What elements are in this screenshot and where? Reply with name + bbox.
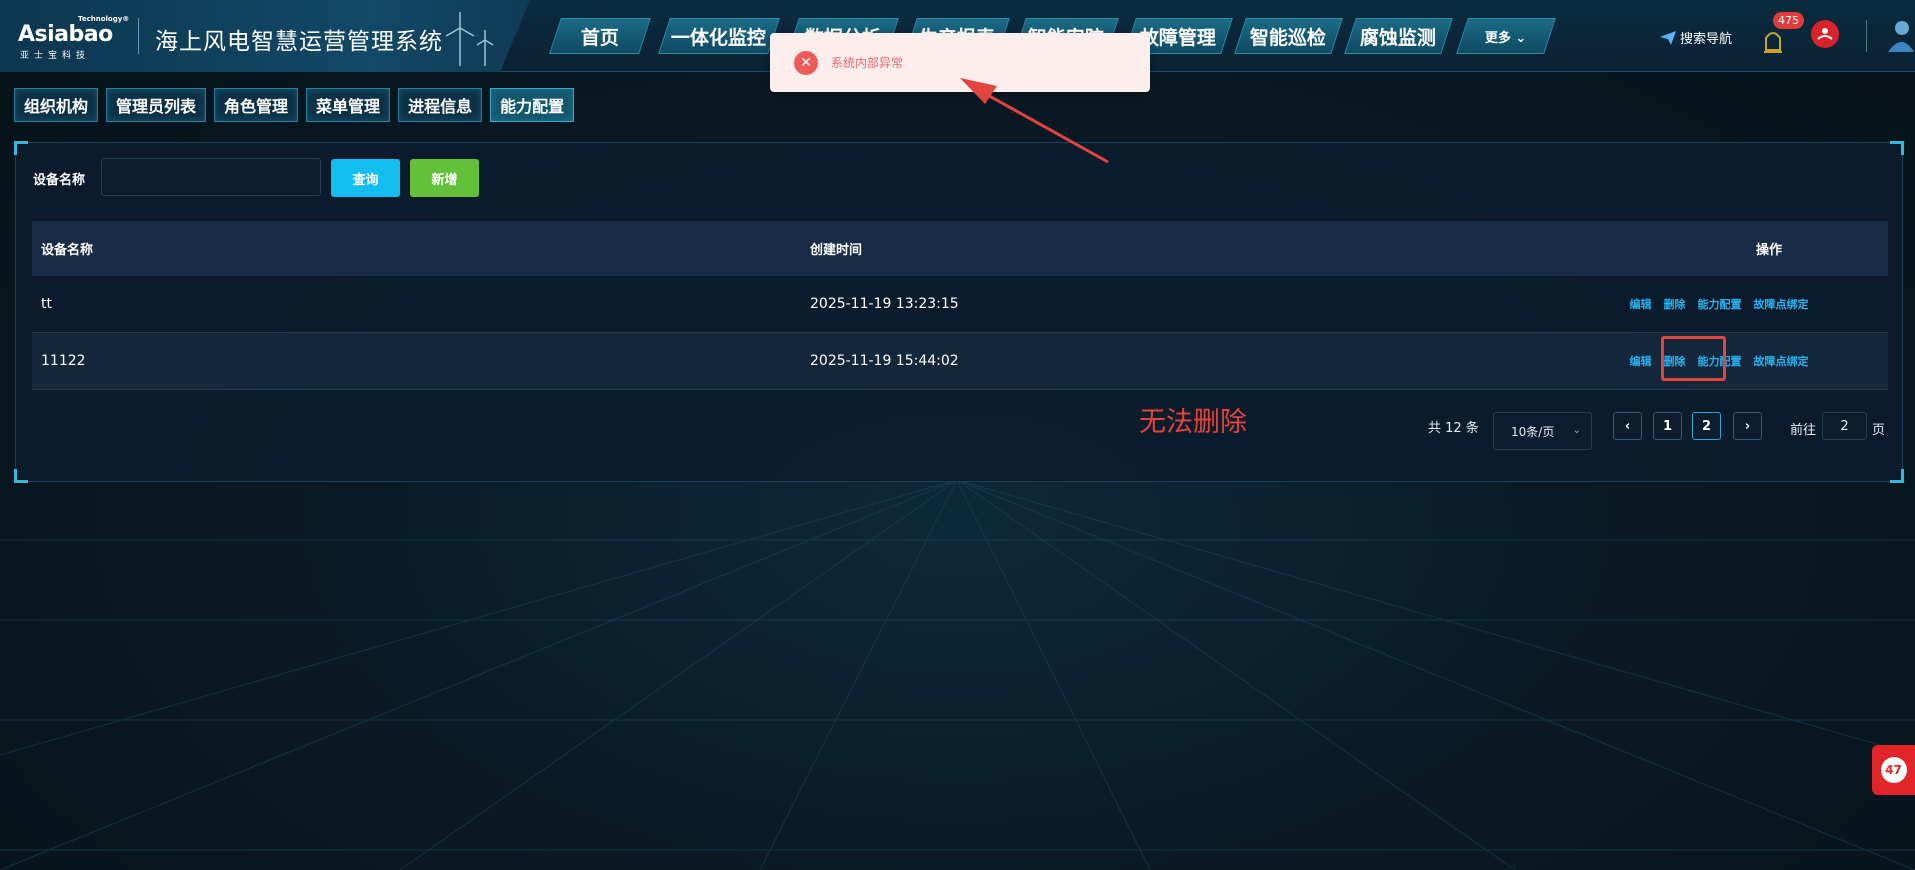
logo-divider xyxy=(138,18,139,54)
nav-tab-integrated-monitoring[interactable]: 一体化监控 xyxy=(658,18,780,54)
nav-tab-more[interactable]: 更多 ⌄ xyxy=(1456,18,1556,54)
goto-page-input[interactable] xyxy=(1822,412,1867,440)
emergency-icon[interactable] xyxy=(1811,20,1839,48)
page-button-1[interactable]: 1 xyxy=(1653,412,1682,440)
add-button[interactable]: 新增 xyxy=(410,159,479,197)
chevron-down-icon: ⌄ xyxy=(1515,30,1527,46)
error-circle-icon: ✕ xyxy=(794,50,818,75)
sub-tabs: 组织机构 管理员列表 角色管理 菜单管理 进程信息 能力配置 xyxy=(14,88,575,122)
subtab-organization[interactable]: 组织机构 xyxy=(14,88,99,122)
query-button[interactable]: 查询 xyxy=(331,159,400,197)
floating-badge-count: 47 xyxy=(1880,757,1907,783)
chevron-right-icon: › xyxy=(1744,418,1751,434)
pagination-total: 共 12 条 xyxy=(1428,421,1479,436)
error-toast: ✕ 系统内部异常 xyxy=(770,33,1150,92)
cell-created-time: 2025-11-19 15:44:02 xyxy=(810,353,959,369)
cell-created-time: 2025-11-19 13:23:15 xyxy=(810,296,959,312)
subtab-role-management[interactable]: 角色管理 xyxy=(214,88,299,122)
table-row: tt 2025-11-19 13:23:15 编辑 删除 能力配置 故障点绑定 xyxy=(32,276,1888,333)
subtab-process-info[interactable]: 进程信息 xyxy=(398,88,483,122)
device-name-label: 设备名称 xyxy=(33,173,86,188)
device-name-input[interactable] xyxy=(101,158,321,196)
logo-text: Asiabao xyxy=(18,22,113,47)
capability-config-link[interactable]: 能力配置 xyxy=(1698,296,1742,312)
logo-subtext: 亚士宝科技 xyxy=(20,51,91,61)
header-divider xyxy=(1866,20,1867,52)
subtab-admin-list[interactable]: 管理员列表 xyxy=(106,88,207,122)
system-title: 海上风电智慧运营管理系统 xyxy=(155,29,443,55)
table-header: 设备名称 创建时间 操作 xyxy=(32,221,1888,276)
subtab-menu-management[interactable]: 菜单管理 xyxy=(306,88,391,122)
table-row: 11122 2025-11-19 15:44:02 编辑 删除 能力配置 故障点… xyxy=(32,333,1888,390)
prev-page-button[interactable]: ‹ xyxy=(1613,412,1642,440)
delete-link[interactable]: 删除 xyxy=(1664,296,1686,312)
panel-corner xyxy=(14,141,28,155)
chevron-left-icon: ‹ xyxy=(1624,418,1631,434)
search-nav-label: 搜索导航 xyxy=(1680,32,1733,47)
header-created-time: 创建时间 xyxy=(810,243,863,258)
page-size-value: 10条/页 xyxy=(1511,424,1555,439)
user-avatar-icon[interactable] xyxy=(1884,18,1914,52)
goto-suffix: 页 xyxy=(1872,423,1886,438)
device-table: 设备名称 创建时间 操作 tt 2025-11-19 13:23:15 编辑 删… xyxy=(32,221,1888,390)
cell-device-name: 11122 xyxy=(41,353,86,369)
cell-device-name: tt xyxy=(41,296,52,312)
panel-corner xyxy=(1890,141,1904,155)
fault-point-bind-link[interactable]: 故障点绑定 xyxy=(1754,353,1809,369)
nav-tab-smart-inspection[interactable]: 智能巡检 xyxy=(1234,18,1343,54)
header-operations: 操作 xyxy=(1756,243,1783,258)
edit-link[interactable]: 编辑 xyxy=(1630,353,1652,369)
page-button-2[interactable]: 2 xyxy=(1692,412,1721,440)
floating-notification-badge[interactable]: 47 xyxy=(1872,745,1915,795)
background-grid xyxy=(0,480,1915,870)
search-nav[interactable]: 搜索导航 xyxy=(1660,28,1732,47)
fault-point-bind-link[interactable]: 故障点绑定 xyxy=(1754,296,1809,312)
nav-tab-home[interactable]: 首页 xyxy=(549,18,651,54)
logo-area: Technology® Asiabao 亚士宝科技 海上风电智慧运营管理系统 xyxy=(0,0,530,72)
alarm-count-badge: 475 xyxy=(1773,12,1804,29)
next-page-button[interactable]: › xyxy=(1733,412,1762,440)
subtab-capability-config[interactable]: 能力配置 xyxy=(490,88,575,122)
paper-plane-icon xyxy=(1660,30,1676,45)
panel-corner xyxy=(14,469,28,483)
chevron-down-icon: ⌄ xyxy=(1572,425,1581,436)
goto-label: 前往 xyxy=(1790,423,1817,438)
wind-turbine-icon xyxy=(445,12,494,66)
panel-corner xyxy=(1890,469,1904,483)
page-size-select[interactable]: 10条/页 ⌄ xyxy=(1493,412,1592,450)
nav-tab-corrosion-monitoring[interactable]: 腐蚀监测 xyxy=(1344,18,1453,54)
annotation-highlight-box xyxy=(1661,336,1726,381)
row-actions: 编辑 删除 能力配置 故障点绑定 xyxy=(1470,296,1888,312)
edit-link[interactable]: 编辑 xyxy=(1630,296,1652,312)
toast-message: 系统内部异常 xyxy=(831,56,904,70)
header-device-name: 设备名称 xyxy=(41,243,94,258)
annotation-text: 无法删除 xyxy=(1139,407,1247,438)
